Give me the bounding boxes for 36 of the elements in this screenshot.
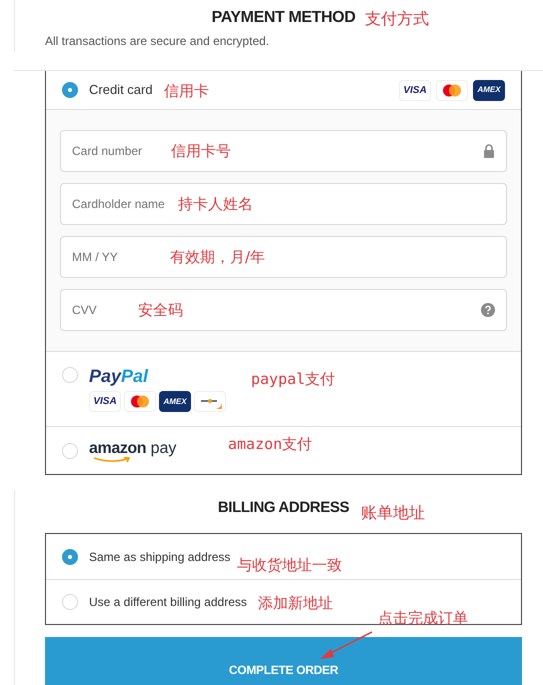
- radio-button[interactable]: [62, 594, 78, 610]
- complete-order-button[interactable]: COMPLETE ORDER: [45, 637, 522, 685]
- annotation: 安全码: [138, 300, 183, 321]
- annotation: 与收货地址一致: [237, 555, 342, 576]
- amex-logo: AMEX: [159, 391, 191, 412]
- annotation: 支付方式: [365, 8, 429, 30]
- annotation: paypal支付: [251, 369, 336, 390]
- annotation: 账单地址: [361, 502, 425, 524]
- annotation: amazon支付: [228, 434, 312, 455]
- option-label: Same as shipping address: [89, 548, 230, 566]
- radio-button[interactable]: [62, 367, 78, 383]
- radio-button[interactable]: [62, 548, 78, 564]
- help-icon: [481, 303, 495, 317]
- amex-logo: AMEX: [473, 80, 505, 100]
- section-title: PAYMENT METHOD: [212, 8, 356, 28]
- lock-icon: [483, 144, 495, 158]
- amazon-pay-logo: amazon pay: [89, 441, 176, 460]
- section-title: BILLING ADDRESS: [218, 498, 350, 518]
- visa-logo: VISA: [89, 391, 121, 412]
- mastercard-logo: [436, 80, 468, 100]
- annotation: 持卡人姓名: [178, 194, 253, 215]
- security-note: All transactions are secure and encrypted.: [45, 33, 270, 50]
- annotation: 信用卡号: [171, 141, 231, 162]
- radio-button[interactable]: [62, 442, 78, 458]
- paypal-logo: PayPal: [89, 367, 150, 385]
- annotation: 有效期，月/年: [170, 247, 266, 268]
- annotation: 信用卡: [164, 81, 209, 102]
- annotation: 点击完成订单: [378, 608, 468, 629]
- radio-button[interactable]: [62, 82, 78, 98]
- card-logo: [194, 391, 226, 412]
- visa-logo: VISA: [399, 80, 431, 100]
- option-label: Credit card: [89, 81, 153, 100]
- arrow-icon: [319, 631, 373, 661]
- option-label: Use a different billing address: [89, 594, 247, 611]
- mastercard-logo: [124, 391, 156, 412]
- annotation: 添加新地址: [258, 593, 333, 614]
